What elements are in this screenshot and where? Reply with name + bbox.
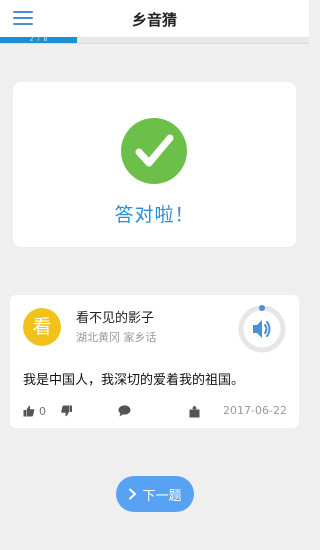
chevron-right-icon <box>129 488 137 500</box>
check-icon <box>121 118 187 184</box>
avatar[interactable]: 看 <box>23 308 61 346</box>
post-actions: 0 2017-06-22 <box>23 403 287 419</box>
thumbs-down-icon <box>61 405 72 417</box>
post-title: 看不见的影子 <box>76 311 155 326</box>
speaker-icon[interactable] <box>236 303 288 355</box>
post-card: 看 看不见的影子 湖北黄冈 家乡话 我是中国人，我深切的爱着我的祖国。 0 20… <box>10 295 299 428</box>
dislike-button[interactable] <box>61 403 73 419</box>
post-date: 2017-06-22 <box>223 404 287 417</box>
comment-icon <box>118 405 131 417</box>
post-content: 我是中国人，我深切的爱着我的祖国。 <box>23 373 245 388</box>
progress-text: 2 / 8 <box>29 36 49 43</box>
result-text: 答对啦！ <box>114 204 195 226</box>
like-count: 0 <box>39 404 46 418</box>
header-bar: 乡音猜 2 / 8 <box>0 0 309 44</box>
page-title: 乡音猜 <box>131 11 177 29</box>
comment-button[interactable] <box>118 403 131 419</box>
result-card: 答对啦！ <box>13 82 296 247</box>
post-location: 湖北黄冈 家乡话 <box>76 331 157 344</box>
next-question-button[interactable]: 下一题 <box>116 476 194 512</box>
share-icon <box>189 405 200 417</box>
thumbs-up-icon <box>23 405 35 417</box>
like-button[interactable]: 0 <box>23 403 46 419</box>
next-question-label: 下一题 <box>142 488 182 504</box>
share-button[interactable] <box>189 403 200 419</box>
